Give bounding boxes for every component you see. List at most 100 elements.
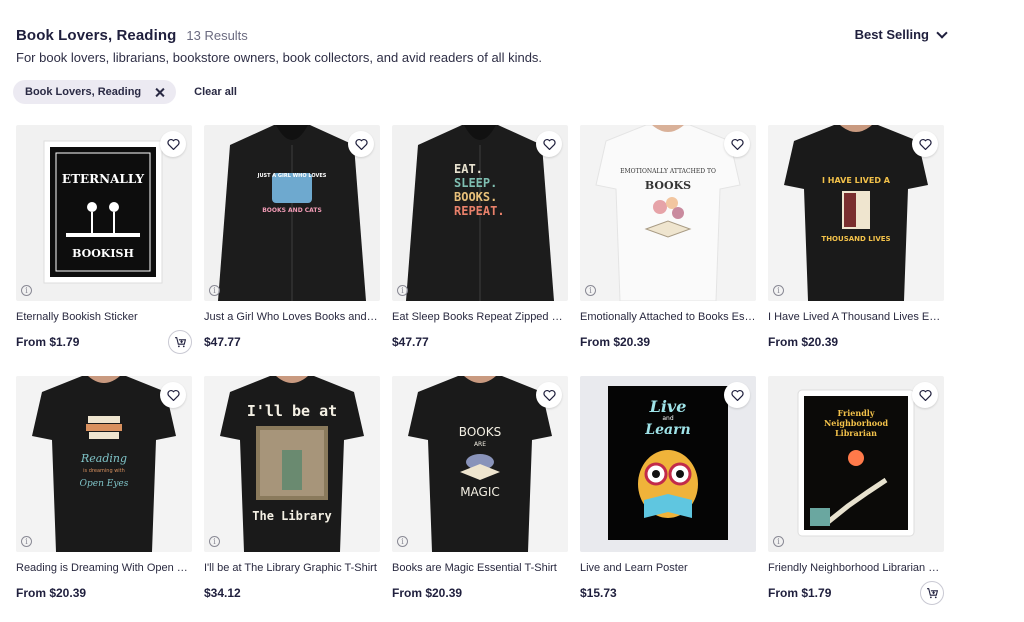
heart-icon (918, 389, 932, 401)
collection-description: For book lovers, librarians, bookstore o… (16, 50, 543, 65)
artwork-text: EMOTIONALLY ATTACHED TO (620, 168, 716, 175)
sort-dropdown[interactable]: Best Selling (855, 26, 948, 42)
filter-chip-label: Book Lovers, Reading (25, 86, 142, 98)
product-title[interactable]: Emotionally Attached to Books Essential … (580, 311, 756, 323)
artwork-text: Learn (644, 422, 690, 438)
product-image[interactable]: ETERNALLY BOOKISH i (16, 125, 192, 301)
product-price: From $20.39 (16, 586, 87, 600)
product-price: From $1.79 (16, 335, 80, 349)
product-price: $15.73 (580, 586, 617, 600)
favorite-button[interactable] (912, 382, 938, 408)
artwork-text: JUST A GIRL WHO LOVES (257, 173, 327, 179)
favorite-button[interactable] (724, 382, 750, 408)
heart-icon (918, 138, 932, 150)
product-price: $47.77 (392, 335, 429, 349)
favorite-button[interactable] (348, 131, 374, 157)
info-icon[interactable]: i (585, 285, 596, 296)
product-card[interactable]: BOOKS ARE MAGIC i Books are Magic Essent… (392, 376, 568, 603)
product-price: $34.12 (204, 586, 241, 600)
results-count: 13 Results (186, 28, 248, 43)
product-price: From $20.39 (580, 335, 651, 349)
heart-icon (166, 138, 180, 150)
favorite-button[interactable] (160, 131, 186, 157)
info-icon[interactable]: i (397, 285, 408, 296)
info-icon[interactable]: i (397, 536, 408, 547)
active-filters: Book Lovers, Reading Clear all (13, 80, 237, 104)
product-title[interactable]: I Have Lived A Thousand Lives Essential … (768, 311, 944, 323)
product-card[interactable]: EAT. SLEEP. BOOKS. REPEAT. i Eat Sleep B… (392, 125, 568, 352)
heart-icon (730, 389, 744, 401)
product-title[interactable]: Eat Sleep Books Repeat Zipped Hoodie (392, 311, 568, 323)
artwork-text: and (662, 415, 673, 422)
artwork-text: BOOKS AND CATS (262, 207, 322, 214)
product-card[interactable]: Reading is dreaming with Open Eyes i Rea… (16, 376, 192, 603)
product-card[interactable]: ETERNALLY BOOKISH i Eternally Bookish St… (16, 125, 192, 354)
artwork-text: ETERNALLY (62, 172, 145, 186)
product-price: From $20.39 (768, 335, 839, 349)
favorite-button[interactable] (536, 131, 562, 157)
artwork-text: REPEAT. (454, 204, 505, 218)
artwork-text: Open Eyes (80, 479, 129, 489)
product-card[interactable]: JUST A GIRL WHO LOVES BOOKS AND CATS i J… (204, 125, 380, 352)
artwork-text: EAT. (454, 162, 483, 176)
product-price: $47.77 (204, 335, 241, 349)
product-image[interactable]: JUST A GIRL WHO LOVES BOOKS AND CATS i (204, 125, 380, 301)
artwork-text: THOUSAND LIVES (821, 235, 890, 243)
heart-icon (730, 138, 744, 150)
add-to-cart-icon (174, 337, 186, 348)
artwork-text: ARE (474, 441, 486, 448)
product-title[interactable]: Live and Learn Poster (580, 562, 756, 574)
artwork-text: SLEEP. (454, 176, 497, 190)
product-image[interactable]: Reading is dreaming with Open Eyes i (16, 376, 192, 552)
artwork-text: The Library (252, 509, 331, 523)
info-icon[interactable]: i (209, 536, 220, 547)
close-icon[interactable] (155, 88, 164, 97)
add-to-cart-button[interactable] (920, 581, 944, 605)
product-title[interactable]: I'll be at The Library Graphic T-Shirt (204, 562, 380, 574)
heart-icon (542, 389, 556, 401)
product-card[interactable]: Friendly Neighborhood Librarian i Friend… (768, 376, 944, 605)
info-icon[interactable]: i (773, 536, 784, 547)
product-card[interactable]: Live and Learn Live and Learn Poster $15… (580, 376, 756, 603)
product-title[interactable]: Reading is Dreaming With Open Eyes T-Shi… (16, 562, 192, 574)
clear-all-link[interactable]: Clear all (194, 86, 237, 98)
product-card[interactable]: I HAVE LIVED A THOUSAND LIVES i I Have L… (768, 125, 944, 352)
product-image[interactable]: EAT. SLEEP. BOOKS. REPEAT. i (392, 125, 568, 301)
product-image[interactable]: I HAVE LIVED A THOUSAND LIVES i (768, 125, 944, 301)
chevron-down-icon (936, 26, 948, 39)
add-to-cart-button[interactable] (168, 330, 192, 354)
product-price: From $1.79 (768, 586, 832, 600)
heart-icon (166, 389, 180, 401)
artwork-text: BOOKISH (72, 247, 134, 260)
product-image[interactable]: EMOTIONALLY ATTACHED TO BOOKS i (580, 125, 756, 301)
artwork-text: BOOKS. (454, 190, 497, 204)
product-title[interactable]: Eternally Bookish Sticker (16, 311, 192, 323)
product-grid: ETERNALLY BOOKISH i Eternally Bookish St… (16, 125, 944, 605)
product-title[interactable]: Books are Magic Essential T-Shirt (392, 562, 568, 574)
info-icon[interactable]: i (21, 536, 32, 547)
filter-chip[interactable]: Book Lovers, Reading (13, 80, 177, 104)
product-image[interactable]: BOOKS ARE MAGIC i (392, 376, 568, 552)
artwork-text: BOOKS (459, 425, 501, 439)
info-icon[interactable]: i (21, 285, 32, 296)
info-icon[interactable]: i (209, 285, 220, 296)
page-title: Book Lovers, Reading (16, 27, 177, 44)
product-card[interactable]: EMOTIONALLY ATTACHED TO BOOKS i Emotiona… (580, 125, 756, 352)
artwork-text: MAGIC (460, 485, 500, 499)
product-card[interactable]: I'll be at The Library i I'll be at The … (204, 376, 380, 603)
artwork-text: Friendly (838, 408, 875, 418)
artwork-text: I'll be at (247, 402, 337, 420)
favorite-button[interactable] (160, 382, 186, 408)
artwork-text: is dreaming with (83, 468, 125, 474)
favorite-button[interactable] (724, 131, 750, 157)
product-image[interactable]: I'll be at The Library i (204, 376, 380, 552)
results-header: Book Lovers, Reading 13 Results For book… (16, 26, 948, 65)
product-title[interactable]: Friendly Neighborhood Librarian Sticker (768, 562, 944, 574)
favorite-button[interactable] (536, 382, 562, 408)
product-image[interactable]: Live and Learn (580, 376, 756, 552)
favorite-button[interactable] (912, 131, 938, 157)
artwork-text: Neighborhood (824, 418, 888, 428)
info-icon[interactable]: i (773, 285, 784, 296)
product-title[interactable]: Just a Girl Who Loves Books and Cats Hoo… (204, 311, 380, 323)
product-image[interactable]: Friendly Neighborhood Librarian i (768, 376, 944, 552)
